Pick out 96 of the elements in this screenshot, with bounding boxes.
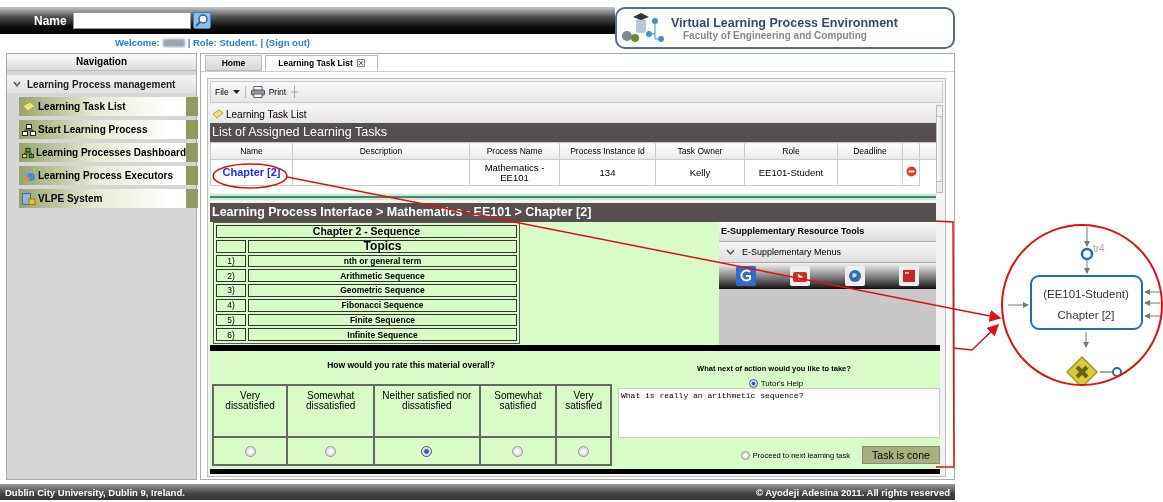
column-header[interactable]: Process Name: [469, 142, 560, 160]
message-field[interactable]: What is really an arithmetic sequence?: [618, 388, 940, 438]
chevron-icon: [13, 81, 21, 87]
menu-header[interactable]: E-Supplementary Menus: [719, 242, 936, 263]
task-done-button[interactable]: Task is cone: [862, 446, 940, 464]
close-icon[interactable]: [356, 59, 365, 67]
column-header[interactable]: Description: [292, 142, 470, 160]
arc-tile-icon[interactable]: [736, 266, 757, 286]
gateway-drawing: [1065, 355, 1099, 384]
logo-icon: [621, 12, 667, 44]
tab[interactable]: Home: [205, 55, 262, 71]
topic-name: Arithmetic Sequence: [248, 269, 517, 282]
scrollbar[interactable]: [936, 105, 943, 193]
task-node: (EE101-Student) Chapter [2]: [1030, 275, 1143, 330]
nav-item[interactable]: Learning Task List: [19, 97, 198, 116]
server-lock-icon: [22, 192, 36, 205]
caret-icon: [232, 90, 240, 94]
redacted-name: [162, 38, 185, 47]
table-cell: 134: [599, 166, 616, 178]
radio-button[interactable]: [512, 445, 524, 457]
network-icon: [22, 123, 36, 136]
resources-title: E-Supplementary Resource Tools: [719, 222, 936, 242]
flow-arrow: [1007, 302, 1029, 308]
topic-number: 1): [216, 254, 246, 268]
radio-button[interactable]: [578, 445, 590, 457]
table-cell: EE101-Student: [758, 166, 824, 178]
topic-number: 4): [216, 298, 246, 312]
topics-title: Chapter 2 - Sequence: [216, 225, 517, 238]
radio-button[interactable]: [740, 450, 750, 460]
grip-icon: [291, 86, 299, 98]
logo-subtitle: Faculty of Engineering and Computing: [682, 29, 868, 41]
chevron-icon: [726, 249, 735, 255]
topic-name: Infinite Sequence: [248, 328, 517, 341]
topic-number: 2): [216, 269, 246, 282]
column-header[interactable]: Task Owner: [655, 142, 745, 160]
flow-label: tr4: [1093, 243, 1105, 254]
topic-name: nth or general term: [248, 254, 517, 268]
table-title: List of Assigned Learning Tasks: [210, 123, 936, 142]
printer-icon: [250, 86, 265, 98]
network-icon: [22, 146, 34, 159]
radio-button[interactable]: [325, 445, 337, 457]
search-icon[interactable]: [192, 12, 211, 29]
event-node: [1080, 247, 1094, 261]
role-label: | Role: Student.: [187, 37, 258, 48]
flow-arrow: [1083, 331, 1089, 348]
topics-heading: Topics: [248, 239, 517, 253]
globe-icon[interactable]: [844, 266, 865, 286]
column-header[interactable]: Process Instance Id: [559, 142, 656, 160]
column-header[interactable]: Deadline: [837, 142, 903, 160]
group-label: Learning Process management: [27, 78, 176, 90]
name-label: Name: [34, 13, 67, 28]
column-header[interactable]: Role: [744, 142, 838, 160]
table-cell: Mathematics - EE101: [484, 161, 545, 183]
flow-end-drawing: [1099, 367, 1122, 377]
tab[interactable]: Learning Task List: [265, 55, 378, 71]
topic-number: 3): [216, 284, 246, 297]
remove-icon[interactable]: [905, 166, 917, 177]
column-header[interactable]: Name: [210, 142, 293, 160]
rating-question: How would you rate this material overall?: [326, 360, 496, 370]
rating-option-label: Very dissatisfied: [225, 390, 275, 411]
flow-arrow: [1084, 259, 1090, 274]
note-icon: [212, 108, 224, 120]
people-icon: [22, 169, 36, 182]
print-button[interactable]: Print: [250, 86, 287, 98]
nav-item[interactable]: VLPE System: [19, 189, 198, 208]
rating-option-label: Neither satisfied nor dissatisfied: [382, 390, 472, 411]
radio-button[interactable]: [421, 445, 433, 457]
name-field[interactable]: [72, 12, 191, 29]
sign-out-link[interactable]: | (Sign out): [260, 37, 310, 48]
option-label: Tutor's Help: [760, 379, 804, 388]
video-tile-icon[interactable]: [790, 266, 811, 286]
group-header[interactable]: Learning Process management: [7, 75, 196, 93]
topic-name: Fibonacci Sequence: [248, 298, 517, 312]
footer-address: Dublin City University, Dublin 9, Ireland.: [5, 486, 185, 498]
note-icon: [22, 100, 36, 113]
radio-button[interactable]: [244, 445, 256, 457]
rating-option-label: Somewhat satisfied: [494, 390, 542, 411]
topic-number: 5): [216, 313, 246, 327]
table-cell: Kelly: [689, 166, 711, 178]
nav-item[interactable]: Learning Processes Dashboard: [19, 143, 198, 162]
topic-name: Finite Sequence: [248, 313, 517, 327]
topic-name: Geometric Sequence: [248, 284, 517, 297]
nav-item[interactable]: Start Learning Process: [19, 120, 198, 139]
flow-arrow: [1084, 226, 1090, 247]
topic-number: 6): [216, 328, 246, 341]
footer-copyright: © Ayodeji Adesina 2011. All rights reserved: [755, 486, 950, 498]
rating-option-label: Very satisfied: [565, 390, 602, 411]
file-menu[interactable]: File: [215, 87, 240, 97]
rating-option-label: Somewhat dissatisfied: [305, 390, 356, 411]
book-icon[interactable]: [898, 266, 919, 286]
panel-title: Learning Task List: [226, 108, 307, 120]
flow-arrows-drawing: [1144, 289, 1161, 319]
navigation-title: Navigation: [7, 54, 196, 71]
welcome-label: Welcome:: [115, 37, 160, 48]
logo-title: Virtual Learning Process Environment: [671, 15, 898, 30]
nav-item[interactable]: Learning Process Executors: [19, 166, 198, 185]
